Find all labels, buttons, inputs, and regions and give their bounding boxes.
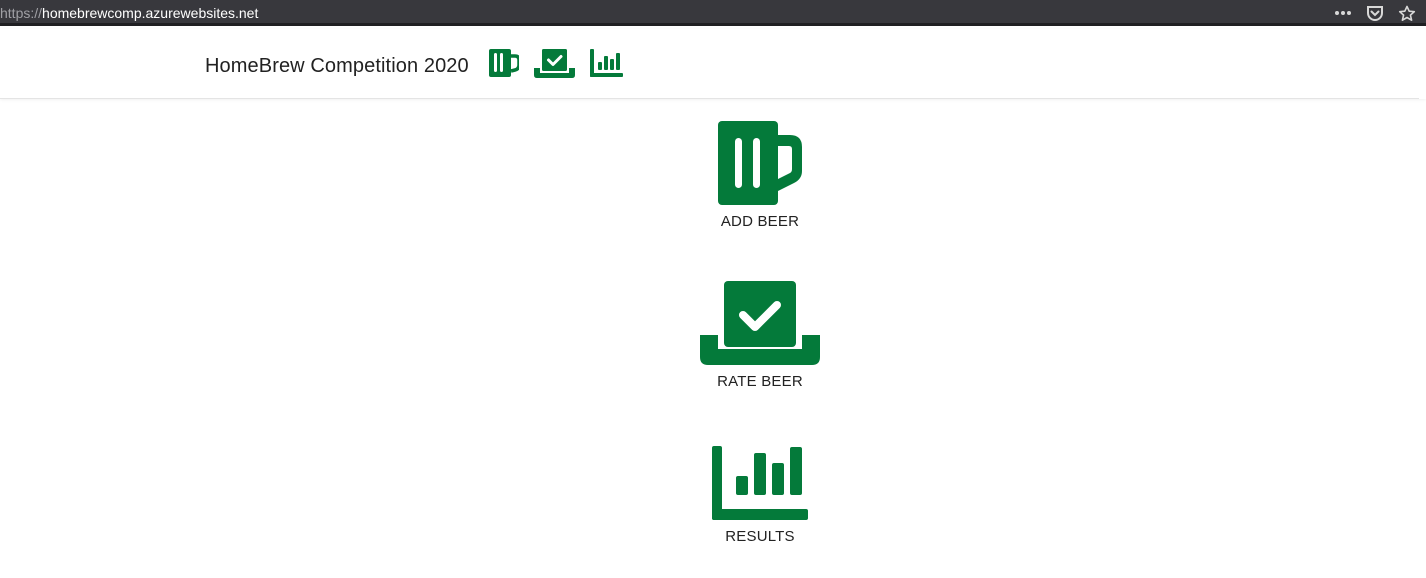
beer-mug-icon [718,121,802,205]
beer-mug-icon[interactable] [489,49,521,82]
address-bar[interactable]: https://homebrewcomp.azurewebsites.net [0,4,258,22]
more-actions-icon[interactable] [1334,10,1352,16]
add-beer-label: ADD BEER [720,213,800,230]
bar-chart-icon [712,446,808,520]
add-beer-button[interactable]: ADD BEER [660,121,860,230]
results-label: RESULTS [725,528,795,545]
vote-box-icon [700,281,820,365]
bar-chart-icon[interactable] [590,49,623,82]
pocket-icon[interactable] [1366,5,1384,22]
site-navbar: HomeBrew Competition 2020 [0,29,1426,99]
vote-box-icon[interactable] [534,49,575,83]
url-host: homebrewcomp.azurewebsites.net [42,5,259,21]
bookmark-star-icon[interactable] [1398,5,1416,22]
rate-beer-label: RATE BEER [717,373,803,390]
browser-toolbar: https://homebrewcomp.azurewebsites.net [0,0,1426,26]
results-button[interactable]: RESULTS [660,446,860,545]
page-scrollbar[interactable] [1419,29,1426,99]
site-title[interactable]: HomeBrew Competition 2020 [205,55,469,78]
browser-actions [1334,3,1416,23]
rate-beer-button[interactable]: RATE BEER [660,281,860,390]
url-scheme: https:// [0,5,43,21]
